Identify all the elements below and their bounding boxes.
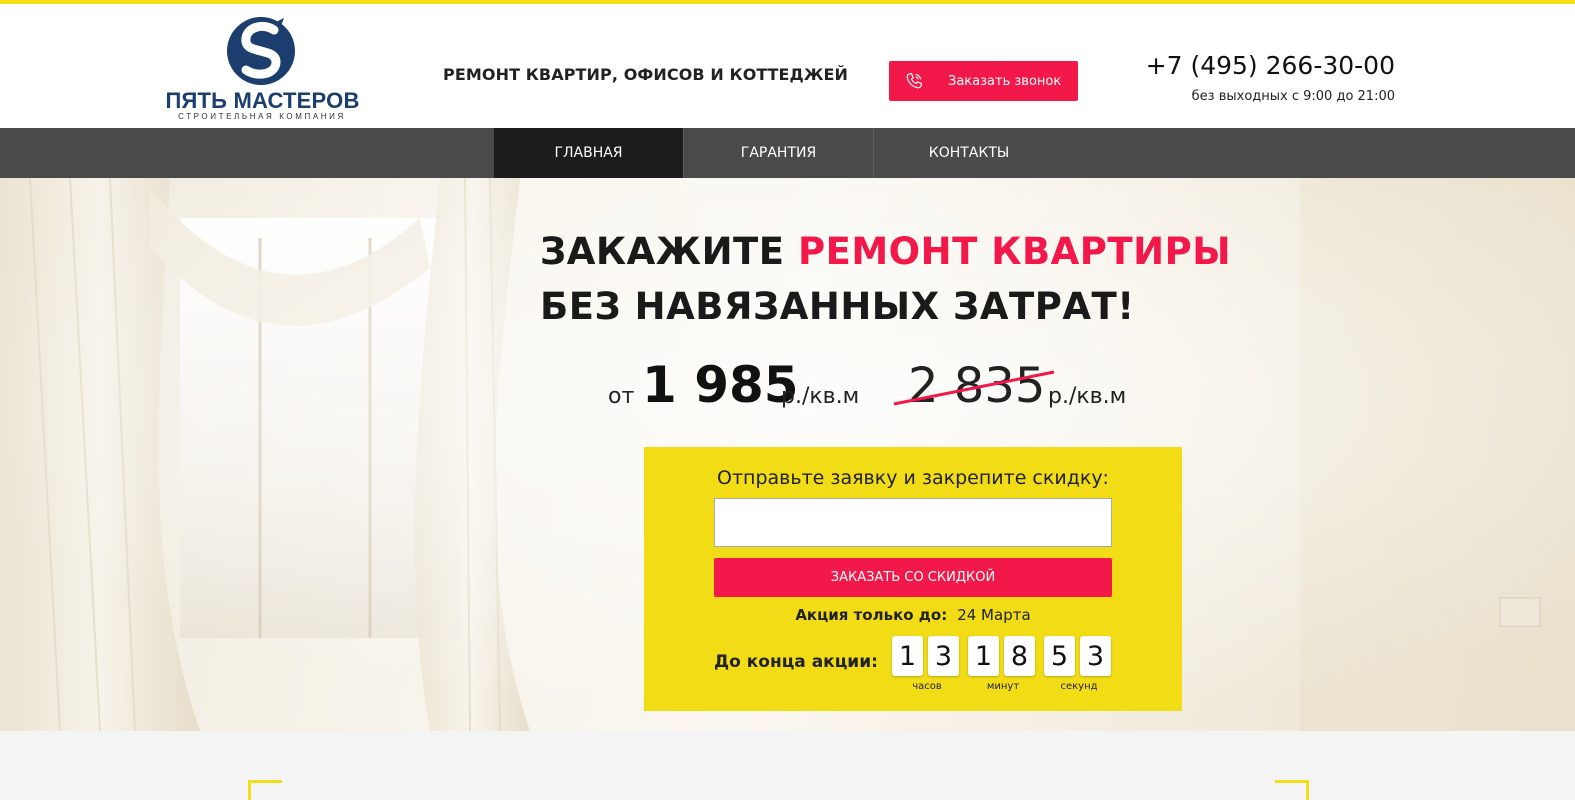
- price-new-unit: р./кв.м: [781, 384, 860, 409]
- promo-date: 24 Марта: [957, 606, 1031, 624]
- hero-heading-line1: ЗАКАЖИТЕ РЕМОНТ КВАРТИРЫ: [540, 230, 1231, 273]
- countdown-minutes-digit-2: 8: [1004, 636, 1035, 676]
- countdown-minutes-label: минут: [986, 681, 1020, 692]
- form-title: Отправьте заявку и закрепите скидку:: [717, 467, 1109, 489]
- brand-subtitle: СТРОИТЕЛЬНАЯ КОМПАНИЯ: [178, 112, 346, 121]
- next-section: [0, 731, 1575, 800]
- price-new-value: 1 985: [642, 356, 799, 414]
- countdown-minutes-digit-1: 1: [968, 636, 999, 676]
- logo-s-icon: [227, 17, 295, 85]
- countdown-label: До конца акции:: [714, 652, 878, 672]
- countdown-hours-digit-1: 1: [892, 636, 923, 676]
- phone-input[interactable]: [714, 498, 1112, 547]
- logo[interactable]: ПЯТЬ МАСТЕРОВ СТРОИТЕЛЬНАЯ КОМПАНИЯ: [160, 16, 365, 121]
- decorative-corner-left: [248, 780, 282, 800]
- header-tagline: РЕМОНТ КВАРТИР, ОФИСОВ И КОТТЕДЖЕЙ: [443, 65, 849, 84]
- countdown-hours-label: часов: [912, 681, 942, 692]
- nav-item-guarantee[interactable]: ГАРАНТИЯ: [684, 128, 874, 178]
- site-header: ПЯТЬ МАСТЕРОВ СТРОИТЕЛЬНАЯ КОМПАНИЯ РЕМО…: [0, 4, 1575, 128]
- price-strikethrough: [893, 370, 1055, 406]
- main-nav: ГЛАВНАЯ ГАРАНТИЯ КОНТАКТЫ: [0, 128, 1575, 178]
- countdown-seconds-digit-1: 5: [1044, 636, 1075, 676]
- nav-item-contacts[interactable]: КОНТАКТЫ: [874, 128, 1064, 178]
- callback-button-label: Заказать звонок: [948, 73, 1062, 89]
- brand-name: ПЯТЬ МАСТЕРОВ: [165, 88, 360, 113]
- callback-button[interactable]: Заказать звонок: [889, 61, 1078, 101]
- hero-heading-prefix: ЗАКАЖИТЕ: [540, 230, 785, 273]
- header-phone[interactable]: +7 (495) 266-30-00: [1146, 51, 1395, 80]
- hero-heading-line2: БЕЗ НАВЯЗАННЫХ ЗАТРАТ!: [540, 285, 1135, 328]
- promo-deadline: Акция только до: 24 Марта: [644, 606, 1182, 624]
- countdown-seconds-digit-2: 3: [1080, 636, 1111, 676]
- header-hours: без выходных с 9:00 до 21:00: [1191, 89, 1395, 104]
- phone-ringing-icon: [906, 72, 923, 89]
- promo-label: Акция только до:: [795, 606, 948, 624]
- price-from-label: от: [608, 384, 635, 409]
- decorative-corner-right: [1275, 780, 1309, 800]
- hero-heading-accent: РЕМОНТ КВАРТИРЫ: [797, 230, 1232, 273]
- discount-form: Отправьте заявку и закрепите скидку: ЗАК…: [644, 447, 1182, 711]
- countdown-seconds-label: секунд: [1060, 681, 1098, 692]
- nav-item-home[interactable]: ГЛАВНАЯ: [494, 128, 684, 178]
- price-old-unit: р./кв.м: [1048, 384, 1127, 409]
- order-discount-button[interactable]: ЗАКАЗАТЬ СО СКИДКОЙ: [714, 558, 1112, 597]
- countdown-hours-digit-2: 3: [928, 636, 959, 676]
